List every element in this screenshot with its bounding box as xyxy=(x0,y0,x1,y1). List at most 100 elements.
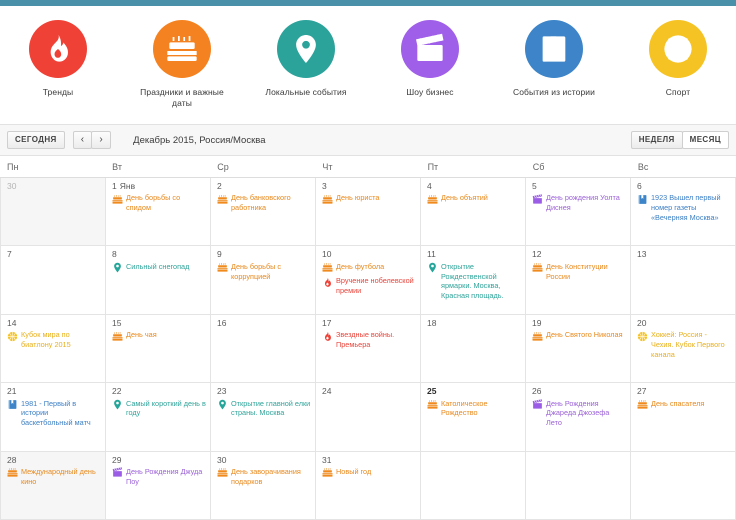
day-cell[interactable] xyxy=(526,451,631,520)
day-cell[interactable]: 31 Новый год xyxy=(316,451,421,520)
day-number: 31 xyxy=(322,455,416,465)
day-cell[interactable]: 4 День объятий xyxy=(421,178,526,247)
cake-icon xyxy=(322,194,333,205)
calendar-event[interactable]: День Святого Николая xyxy=(532,330,626,342)
calendar-event[interactable]: Вручение нобелевской премии xyxy=(322,276,416,296)
today-button[interactable]: СЕГОДНЯ xyxy=(7,131,65,149)
category-book[interactable]: События из истории xyxy=(510,20,598,98)
day-cell[interactable]: 1 Янв День борьбы со спидом xyxy=(106,178,211,247)
category-map-pin[interactable]: Локальные события xyxy=(262,20,350,98)
calendar-event[interactable]: День спасателя xyxy=(637,399,731,411)
day-cell[interactable]: 24 xyxy=(316,383,421,452)
day-number-value: 30 xyxy=(7,181,17,191)
calendar-event[interactable]: День объятий xyxy=(427,193,521,205)
day-cell[interactable]: 16 xyxy=(211,314,316,384)
calendar-event[interactable]: Сильный снегопад xyxy=(112,262,206,274)
day-cell[interactable]: 11 Открытие Рождественской ярмарки. Москв… xyxy=(421,246,526,315)
calendar-event[interactable]: День борьбы с коррупцией xyxy=(217,262,311,282)
day-cell[interactable]: 23 Открытие главной елки страны. Москва xyxy=(211,383,316,452)
next-month-button[interactable]: › xyxy=(91,131,112,149)
event-title: День банковского работника xyxy=(231,193,291,213)
calendar-event[interactable]: Международный день кино xyxy=(7,467,101,487)
category-clapperboard[interactable]: Шоу бизнес xyxy=(386,20,474,98)
day-cell[interactable]: 30 День заворачивания подарков xyxy=(211,451,316,520)
day-cell[interactable]: 15 День чая xyxy=(106,314,211,384)
day-cell[interactable]: 30 xyxy=(1,178,106,247)
event-title: Сильный снегопад xyxy=(126,261,190,271)
month-view-button[interactable]: МЕСЯЦ xyxy=(681,131,729,149)
day-cell[interactable]: 29 День Рождения Джуда Поу xyxy=(106,451,211,520)
calendar-event[interactable]: Открытие главной елки страны. Москва xyxy=(217,399,311,419)
day-cell[interactable]: 21 1981 - Первый в истории баскетбольный… xyxy=(1,383,106,452)
event-title: Открытие главной елки страны. Москва xyxy=(231,398,311,418)
day-number: 23 xyxy=(217,387,311,396)
basketball-icon xyxy=(637,331,648,342)
calendar-event[interactable]: Самый короткий день в году xyxy=(112,399,206,419)
cake-icon xyxy=(532,262,543,273)
day-number-value: 22 xyxy=(112,386,122,397)
calendar-event[interactable]: День Рождения Джуда Поу xyxy=(112,467,206,487)
calendar-toolbar: СЕГОДНЯ ‹ › Декабрь 2015, Россия/Москва … xyxy=(0,124,736,156)
day-cell[interactable]: 27 День спасателя xyxy=(631,383,736,452)
calendar-event[interactable]: 1923 Вышел первый номер газеты «Вечерняя… xyxy=(637,193,731,223)
day-number: 28 xyxy=(7,455,101,465)
day-cell[interactable]: 20 Хоккей: Россия - Чехия. Кубок Первого… xyxy=(631,314,736,384)
day-number-value: 2 xyxy=(217,181,222,191)
category-flame[interactable]: Тренды xyxy=(14,20,102,98)
day-cell[interactable]: 12 День Конституции России xyxy=(526,246,631,315)
calendar-event[interactable]: 1981 - Первый в истории баскетбольный ма… xyxy=(7,399,101,429)
day-cell[interactable]: 28 Международный день кино xyxy=(1,451,106,520)
calendar-event[interactable]: День борьбы со спидом xyxy=(112,193,206,213)
calendar-event[interactable]: День рождения Уолта Диснея xyxy=(532,193,626,213)
cake-icon xyxy=(7,467,18,478)
clapperboard-icon xyxy=(112,467,123,478)
day-cell[interactable]: 13 xyxy=(631,246,736,315)
day-number: 5 xyxy=(532,181,626,191)
calendar-event[interactable]: Хоккей: Россия - Чехия. Кубок Первого ка… xyxy=(637,330,731,360)
day-cell[interactable]: 19 День Святого Николая xyxy=(526,314,631,384)
day-cell[interactable] xyxy=(631,451,736,520)
day-cell[interactable]: 25 Католическое Рождество xyxy=(421,383,526,452)
calendar-event[interactable]: Новый год xyxy=(322,467,416,479)
day-cell[interactable] xyxy=(421,451,526,520)
flame-icon xyxy=(322,277,333,288)
calendar-event[interactable]: День Рождения Джареда Джозефа Лето xyxy=(532,399,626,429)
category-cake[interactable]: Праздники и важные даты xyxy=(138,20,226,109)
calendar-event[interactable]: День футбола xyxy=(322,262,416,274)
day-cell[interactable]: 5 День рождения Уолта Диснея xyxy=(526,178,631,247)
day-number-value: 17 xyxy=(322,317,332,328)
prev-month-button[interactable]: ‹ xyxy=(72,131,93,149)
category-basketball[interactable]: Спорт xyxy=(634,20,722,98)
day-cell[interactable]: 14 Кубок мира по биатлону 2015 xyxy=(1,314,106,384)
calendar-event[interactable]: День юриста xyxy=(322,193,416,205)
day-number-value: 30 xyxy=(217,454,227,465)
day-cell[interactable]: 22 Самый короткий день в году xyxy=(106,383,211,452)
event-title: Звездные войны. Премьера xyxy=(336,330,395,349)
day-number: 7 xyxy=(7,250,101,259)
calendar-event[interactable]: Католическое Рождество xyxy=(427,399,521,419)
week-view-button[interactable]: НЕДЕЛЯ xyxy=(630,131,683,149)
clapperboard-icon xyxy=(532,194,543,205)
day-cell[interactable]: 7 xyxy=(1,246,106,315)
calendar-event[interactable]: День чая xyxy=(112,330,206,342)
day-cell[interactable]: 10 День футбола Вручение нобелевской прем… xyxy=(316,246,421,315)
event-title: День чая xyxy=(126,330,157,340)
calendar-event[interactable]: Открытие Рождественской ярмарки. Москва,… xyxy=(427,262,521,301)
day-cell[interactable]: 18 xyxy=(421,314,526,384)
calendar-event[interactable]: Звездные войны. Премьера xyxy=(322,330,416,350)
day-cell[interactable]: 17 Звездные войны. Премьера xyxy=(316,314,421,384)
day-cell[interactable]: 3 День юриста xyxy=(316,178,421,247)
day-cell[interactable]: 6 1923 Вышел первый номер газеты «Вечерн… xyxy=(631,178,736,247)
day-number-value: 15 xyxy=(112,317,122,328)
day-number: 16 xyxy=(217,318,311,328)
calendar-event[interactable]: День Конституции России xyxy=(532,262,626,282)
day-number-value: 25 xyxy=(427,386,437,397)
day-cell[interactable]: 8 Сильный снегопад xyxy=(106,246,211,315)
day-cell[interactable]: 9 День борьбы с коррупцией xyxy=(211,246,316,315)
day-cell[interactable]: 2 День банковского работника xyxy=(211,178,316,247)
category-label: События из истории xyxy=(512,87,595,97)
calendar-event[interactable]: Кубок мира по биатлону 2015 xyxy=(7,330,101,350)
day-cell[interactable]: 26 День Рождения Джареда Джозефа Лето xyxy=(526,383,631,452)
calendar-event[interactable]: День банковского работника xyxy=(217,193,311,213)
calendar-event[interactable]: День заворачивания подарков xyxy=(217,467,311,487)
